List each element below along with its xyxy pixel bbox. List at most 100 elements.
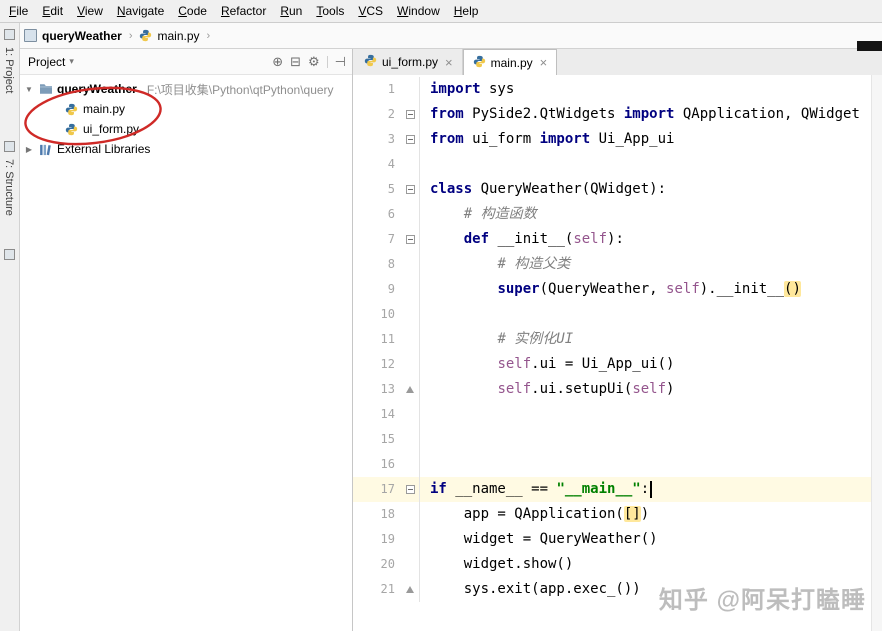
tool-button-project[interactable]: 1: Project xyxy=(3,47,15,93)
code-area[interactable]: 1 import sys2from PySide2.QtWidgets impor… xyxy=(353,75,882,631)
menu-run[interactable]: Run xyxy=(273,1,309,21)
code-text[interactable]: # 实例化UI xyxy=(420,327,573,352)
tab-ui_form.py[interactable]: ui_form.py× xyxy=(355,49,463,75)
code-line-20[interactable]: 20 widget.show() xyxy=(353,552,882,577)
line-number[interactable]: 16 xyxy=(353,452,403,477)
menu-vcs[interactable]: VCS xyxy=(351,1,390,21)
line-number[interactable]: 15 xyxy=(353,427,403,452)
close-icon[interactable]: × xyxy=(540,55,548,70)
chevron-down-icon[interactable]: ▼ xyxy=(24,85,34,94)
fold-collapse-icon[interactable] xyxy=(406,135,415,144)
menu-code[interactable]: Code xyxy=(171,1,214,21)
line-number[interactable]: 4 xyxy=(353,152,403,177)
code-line-13[interactable]: 13 self.ui.setupUi(self) xyxy=(353,377,882,402)
line-number[interactable]: 8 xyxy=(353,252,403,277)
code-text[interactable]: sys.exit(app.exec_()) xyxy=(420,577,641,602)
code-text[interactable]: import sys xyxy=(420,77,514,102)
line-number[interactable]: 6 xyxy=(353,202,403,227)
code-line-2[interactable]: 2from PySide2.QtWidgets import QApplicat… xyxy=(353,102,882,127)
code-text[interactable]: app = QApplication([]) xyxy=(420,502,649,527)
code-text[interactable]: self.ui.setupUi(self) xyxy=(420,377,674,402)
menu-view[interactable]: View xyxy=(70,1,110,21)
menu-navigate[interactable]: Navigate xyxy=(110,1,171,21)
line-number[interactable]: 12 xyxy=(353,352,403,377)
code-line-9[interactable]: 9 super(QueryWeather, self).__init__() xyxy=(353,277,882,302)
code-line-4[interactable]: 4 xyxy=(353,152,882,177)
code-text[interactable] xyxy=(420,152,430,177)
tab-main.py[interactable]: main.py× xyxy=(463,49,558,76)
code-text[interactable]: super(QueryWeather, self).__init__() xyxy=(420,277,801,302)
editor-scrollbar[interactable] xyxy=(871,75,882,631)
code-text[interactable]: if __name__ == "__main__": xyxy=(420,477,652,502)
code-line-7[interactable]: 7 def __init__(self): xyxy=(353,227,882,252)
line-number[interactable]: 19 xyxy=(353,527,403,552)
code-line-17[interactable]: 17 if __name__ == "__main__": xyxy=(353,477,882,502)
line-number[interactable]: 13 xyxy=(353,377,403,402)
fold-collapse-icon[interactable] xyxy=(406,110,415,119)
code-text[interactable]: # 构造函数 xyxy=(420,202,537,227)
code-line-1[interactable]: 1 import sys xyxy=(353,77,882,102)
line-number[interactable]: 2 xyxy=(353,102,403,127)
line-number[interactable]: 1 xyxy=(353,77,403,102)
code-text[interactable] xyxy=(420,452,430,477)
tree-item-queryweather[interactable]: ▼queryWeatherF:\项目收集\Python\qtPython\que… xyxy=(20,79,352,99)
code-text[interactable]: from ui_form import Ui_App_ui xyxy=(420,127,674,152)
fold-end-icon[interactable] xyxy=(406,586,414,593)
collapse-all-icon[interactable]: ⊟ xyxy=(290,55,301,68)
code-line-5[interactable]: 5 class QueryWeather(QWidget): xyxy=(353,177,882,202)
fold-collapse-icon[interactable] xyxy=(406,185,415,194)
fold-collapse-icon[interactable] xyxy=(406,235,415,244)
code-line-15[interactable]: 15 xyxy=(353,427,882,452)
tree-item-main.py[interactable]: ▶main.py xyxy=(20,99,352,119)
code-line-8[interactable]: 8 # 构造父类 xyxy=(353,252,882,277)
line-number[interactable]: 9 xyxy=(353,277,403,302)
menu-tools[interactable]: Tools xyxy=(309,1,351,21)
menu-refactor[interactable]: Refactor xyxy=(214,1,273,21)
line-number[interactable]: 3 xyxy=(353,127,403,152)
code-line-14[interactable]: 14 xyxy=(353,402,882,427)
fold-end-icon[interactable] xyxy=(406,386,414,393)
menu-file[interactable]: File xyxy=(2,1,35,21)
line-number[interactable]: 20 xyxy=(353,552,403,577)
locate-file-icon[interactable]: ⊕ xyxy=(272,55,283,68)
breadcrumb-file[interactable]: main.py xyxy=(157,29,199,43)
line-number[interactable]: 5 xyxy=(353,177,403,202)
settings-gear-icon[interactable]: ⚙ xyxy=(308,55,320,68)
project-tool-window-icon[interactable] xyxy=(4,29,15,40)
panel-title[interactable]: Project xyxy=(28,55,65,69)
fold-collapse-icon[interactable] xyxy=(406,485,415,494)
code-line-3[interactable]: 3 from ui_form import Ui_App_ui xyxy=(353,127,882,152)
code-text[interactable]: class QueryWeather(QWidget): xyxy=(420,177,666,202)
line-number[interactable]: 14 xyxy=(353,402,403,427)
close-icon[interactable]: × xyxy=(445,55,453,70)
breadcrumb-project[interactable]: queryWeather xyxy=(42,29,122,43)
code-line-19[interactable]: 19 widget = QueryWeather() xyxy=(353,527,882,552)
line-number[interactable]: 10 xyxy=(353,302,403,327)
code-text[interactable]: widget.show() xyxy=(420,552,573,577)
line-number[interactable]: 18 xyxy=(353,502,403,527)
wrench-icon[interactable] xyxy=(4,249,15,260)
line-number[interactable]: 21 xyxy=(353,577,403,602)
chevron-right-icon[interactable]: ▶ xyxy=(24,145,34,154)
line-number[interactable]: 7 xyxy=(353,227,403,252)
menu-window[interactable]: Window xyxy=(390,1,447,21)
code-line-12[interactable]: 12 self.ui = Ui_App_ui() xyxy=(353,352,882,377)
line-number[interactable]: 11 xyxy=(353,327,403,352)
menu-help[interactable]: Help xyxy=(447,1,486,21)
tree-item-external-libraries[interactable]: ▶External Libraries xyxy=(20,139,352,159)
code-text[interactable]: self.ui = Ui_App_ui() xyxy=(420,352,674,377)
code-line-18[interactable]: 18 app = QApplication([]) xyxy=(353,502,882,527)
code-text[interactable] xyxy=(420,427,430,452)
chevron-down-icon[interactable]: ▾ xyxy=(69,56,74,67)
tool-button-structure[interactable]: 7: Structure xyxy=(3,159,15,216)
code-text[interactable]: def __init__(self): xyxy=(420,227,624,252)
code-line-16[interactable]: 16 xyxy=(353,452,882,477)
code-line-6[interactable]: 6 # 构造函数 xyxy=(353,202,882,227)
code-line-11[interactable]: 11 # 实例化UI xyxy=(353,327,882,352)
structure-tool-window-icon[interactable] xyxy=(4,141,15,152)
code-text[interactable] xyxy=(420,402,430,427)
hide-panel-icon[interactable]: ⊣ xyxy=(335,55,346,68)
tree-item-ui_form.py[interactable]: ▶ui_form.py xyxy=(20,119,352,139)
code-text[interactable] xyxy=(420,302,430,327)
line-number[interactable]: 17 xyxy=(353,477,403,502)
